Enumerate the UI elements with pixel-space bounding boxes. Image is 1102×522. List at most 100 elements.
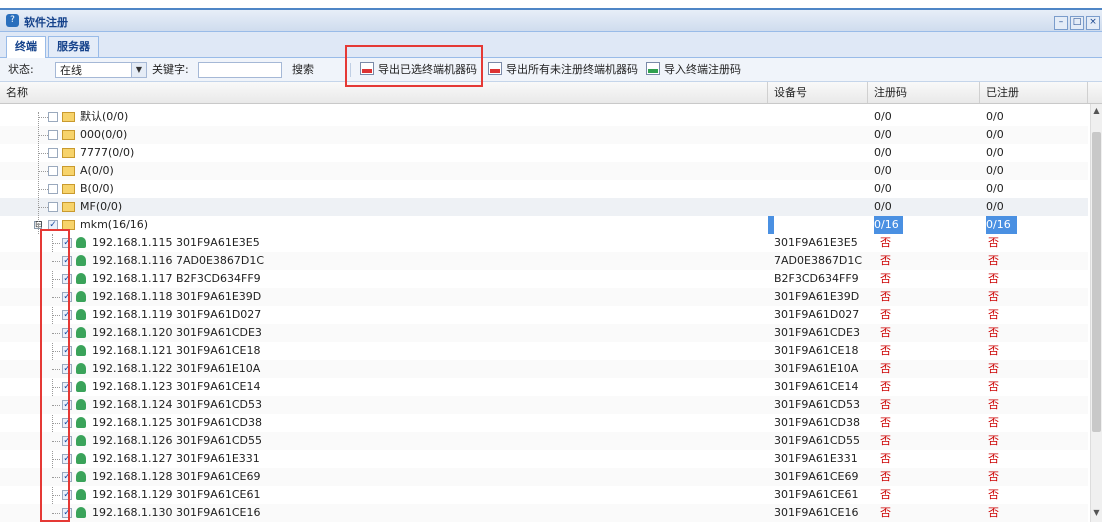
- regcode-value: 0/0: [874, 146, 892, 159]
- registered-value: 否: [988, 272, 999, 285]
- import-codes-button[interactable]: 导入终端注册码: [646, 62, 741, 78]
- keyword-input[interactable]: [198, 62, 282, 78]
- maximize-icon[interactable]: □: [1070, 16, 1084, 30]
- scroll-down-icon[interactable]: ▼: [1091, 508, 1102, 520]
- group-checkbox[interactable]: [48, 112, 58, 122]
- group-checkbox[interactable]: [48, 184, 58, 194]
- tab-terminal[interactable]: 终端: [6, 36, 46, 58]
- col-registered-header[interactable]: 已注册: [980, 82, 1088, 103]
- group-row[interactable]: 000(0/0) 0/0 0/0: [0, 126, 1088, 144]
- regcode-value: 否: [880, 452, 891, 465]
- app-icon: ?: [6, 14, 19, 27]
- group-row[interactable]: 默认(0/0) 0/0 0/0: [0, 108, 1088, 126]
- group-checkbox[interactable]: [48, 202, 58, 212]
- android-icon: [76, 381, 86, 392]
- terminal-row[interactable]: ✓ 192.168.1.130 301F9A61CE16 301F9A61CE16 否…: [0, 504, 1088, 522]
- export-unregistered-button[interactable]: 导出所有未注册终端机器码: [488, 62, 638, 78]
- device-highlight: [768, 216, 774, 234]
- keyword-input-value: [199, 64, 202, 77]
- keyword-label: 关键字:: [152, 63, 189, 76]
- device-id: 7AD0E3867D1C: [774, 254, 863, 267]
- col-device-header[interactable]: 设备号: [768, 82, 868, 103]
- terminal-name: 192.168.1.126 301F9A61CD55: [92, 434, 262, 447]
- android-icon: [76, 507, 86, 518]
- scroll-up-icon[interactable]: ▲: [1091, 106, 1102, 118]
- folder-icon: [62, 148, 75, 158]
- minimize-icon[interactable]: –: [1054, 16, 1068, 30]
- group-row[interactable]: 7777(0/0) 0/0 0/0: [0, 144, 1088, 162]
- device-id: 301F9A61CD55: [774, 434, 860, 447]
- terminal-name: 192.168.1.115 301F9A61E3E5: [92, 236, 260, 249]
- registered-value: 否: [988, 236, 999, 249]
- chevron-down-icon[interactable]: ▼: [131, 63, 146, 77]
- group-name: mkm(16/16): [80, 218, 149, 231]
- registered-value: 否: [988, 488, 999, 501]
- device-id: 301F9A61E39D: [774, 290, 860, 303]
- group-checkbox[interactable]: [48, 148, 58, 158]
- window-controls: – □ ×: [1052, 14, 1100, 30]
- group-row[interactable]: B(0/0) 0/0 0/0: [0, 180, 1088, 198]
- terminal-row[interactable]: ✓ 192.168.1.129 301F9A61CE61 301F9A61CE61 否…: [0, 486, 1088, 504]
- terminal-row[interactable]: ✓ 192.168.1.128 301F9A61CE69 301F9A61CE69 否…: [0, 468, 1088, 486]
- terminal-row[interactable]: ✓ 192.168.1.118 301F9A61E39D 301F9A61E39D 否…: [0, 288, 1088, 306]
- terminal-name: 192.168.1.121 301F9A61CE18: [92, 344, 261, 357]
- registered-value: 0/0: [986, 182, 1004, 195]
- terminal-name: 192.168.1.122 301F9A61E10A: [92, 362, 261, 375]
- android-icon: [76, 237, 86, 248]
- group-row[interactable]: MF(0/0) 0/0 0/0: [0, 198, 1088, 216]
- device-id: B2F3CD634FF9: [774, 272, 859, 285]
- android-icon: [76, 309, 86, 320]
- regcode-value: 否: [880, 434, 891, 447]
- terminal-row[interactable]: ✓ 192.168.1.122 301F9A61E10A 301F9A61E10A 否…: [0, 360, 1088, 378]
- registered-value: 否: [988, 254, 999, 267]
- regcode-value: 0/0: [874, 164, 892, 177]
- scroll-thumb[interactable]: [1092, 132, 1101, 432]
- import-codes-label: 导入终端注册码: [664, 63, 741, 76]
- registered-value: 否: [988, 362, 999, 375]
- group-name: 7777(0/0): [80, 146, 135, 159]
- device-id: 301F9A61D027: [774, 308, 860, 321]
- group-checkbox[interactable]: [48, 166, 58, 176]
- terminal-row[interactable]: ✓ 192.168.1.120 301F9A61CDE3 301F9A61CDE3 否…: [0, 324, 1088, 342]
- device-id: 301F9A61E331: [774, 452, 858, 465]
- terminal-row[interactable]: ✓ 192.168.1.123 301F9A61CE14 301F9A61CE14 否…: [0, 378, 1088, 396]
- close-icon[interactable]: ×: [1086, 16, 1100, 30]
- registered-value: 否: [988, 452, 999, 465]
- group-name: A(0/0): [80, 164, 114, 177]
- group-checkbox[interactable]: [48, 130, 58, 140]
- android-icon: [76, 435, 86, 446]
- vertical-scrollbar[interactable]: ▲ ▼: [1090, 104, 1102, 522]
- terminal-name: 192.168.1.123 301F9A61CE14: [92, 380, 261, 393]
- terminal-row[interactable]: ✓ 192.168.1.115 301F9A61E3E5 301F9A61E3E5 否…: [0, 234, 1088, 252]
- group-row[interactable]: ⊟ ✓ mkm(16/16) 0/16 0/16: [0, 216, 1088, 234]
- status-select[interactable]: 在线 ▼: [55, 62, 147, 78]
- regcode-value: 否: [880, 254, 891, 267]
- regcode-value: 否: [880, 236, 891, 249]
- folder-icon: [62, 112, 75, 122]
- group-row[interactable]: A(0/0) 0/0 0/0: [0, 162, 1088, 180]
- terminal-row[interactable]: ✓ 192.168.1.124 301F9A61CD53 301F9A61CD53 否…: [0, 396, 1088, 414]
- terminal-row[interactable]: ✓ 192.168.1.119 301F9A61D027 301F9A61D027 否…: [0, 306, 1088, 324]
- terminal-row[interactable]: ✓ 192.168.1.126 301F9A61CD55 301F9A61CD55 否…: [0, 432, 1088, 450]
- terminal-row[interactable]: ✓ 192.168.1.121 301F9A61CE18 301F9A61CE18 否…: [0, 342, 1088, 360]
- terminal-name: 192.168.1.127 301F9A61E331: [92, 452, 260, 465]
- tab-strip: 终端 服务器: [0, 32, 1102, 58]
- registered-value: 否: [988, 416, 999, 429]
- regcode-value: 0/0: [874, 128, 892, 141]
- device-id: 301F9A61CE18: [774, 344, 859, 357]
- tab-server[interactable]: 服务器: [48, 36, 99, 57]
- group-name: 默认(0/0): [80, 110, 129, 123]
- folder-icon: [62, 166, 75, 176]
- regcode-value: 否: [880, 290, 891, 303]
- regcode-value: 否: [880, 380, 891, 393]
- col-regcode-header[interactable]: 注册码: [868, 82, 980, 103]
- registered-value: 否: [988, 344, 999, 357]
- terminal-row[interactable]: ✓ 192.168.1.116 7AD0E3867D1C 7AD0E3867D1C 否…: [0, 252, 1088, 270]
- terminal-row[interactable]: ✓ 192.168.1.117 B2F3CD634FF9 B2F3CD634FF9 否…: [0, 270, 1088, 288]
- regcode-value: 否: [880, 272, 891, 285]
- registered-value: 否: [988, 470, 999, 483]
- search-button[interactable]: 搜索: [292, 62, 314, 78]
- terminal-row[interactable]: ✓ 192.168.1.125 301F9A61CD38 301F9A61CD38 否…: [0, 414, 1088, 432]
- terminal-row[interactable]: ✓ 192.168.1.127 301F9A61E331 301F9A61E331 否…: [0, 450, 1088, 468]
- android-icon: [76, 291, 86, 302]
